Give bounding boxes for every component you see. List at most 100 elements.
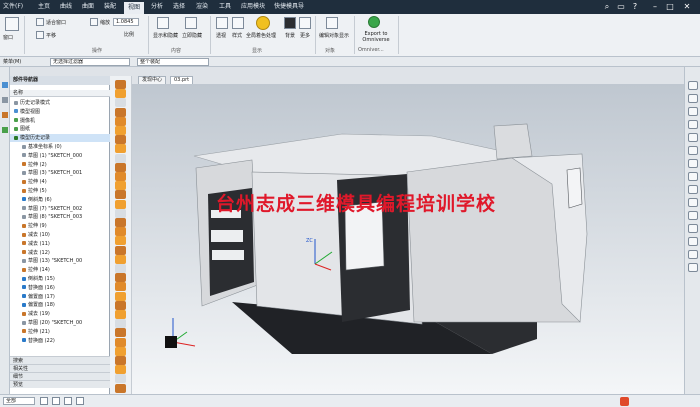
view-command-icon[interactable] — [688, 198, 698, 207]
tree-item[interactable]: 减去 (10) — [10, 231, 110, 239]
edit-object-display-button[interactable]: 编辑对象显示 — [319, 33, 349, 39]
tab-home[interactable]: 主页 — [38, 3, 50, 11]
tree-item[interactable]: 基准坐标系 (0) — [10, 143, 110, 151]
feature-command-icon[interactable] — [115, 218, 126, 227]
tree-item[interactable]: 草图 (20) "SKETCH_00 — [10, 319, 110, 327]
feature-command-icon[interactable] — [115, 80, 126, 89]
fit-window-icon[interactable] — [36, 18, 44, 26]
feature-command-icon[interactable] — [115, 162, 126, 172]
feature-command-icon[interactable] — [115, 116, 126, 126]
style-icon[interactable] — [232, 17, 244, 29]
feature-command-icon[interactable] — [115, 383, 126, 393]
view-command-icon[interactable] — [688, 211, 698, 220]
feature-command-icon[interactable] — [115, 319, 126, 329]
file-menu[interactable]: 文件(F) — [3, 3, 23, 11]
window-icon[interactable] — [5, 17, 19, 31]
view-command-icon[interactable] — [688, 107, 698, 116]
feature-command-icon[interactable] — [115, 190, 126, 200]
zoom-button[interactable]: 缩放 — [100, 20, 110, 26]
minimize-icon[interactable]: – — [650, 2, 660, 12]
more-button[interactable]: 更多 — [300, 33, 310, 39]
help-icon[interactable]: ? — [630, 2, 640, 12]
feature-command-icon[interactable] — [115, 365, 126, 375]
feature-command-icon[interactable] — [115, 181, 126, 191]
panel-preview[interactable]: 预览 — [10, 380, 110, 388]
tree-item[interactable]: 草图 (1) "SKETCH_000 — [10, 152, 110, 160]
tree-item[interactable]: 倒斜角 (6) — [10, 196, 110, 204]
tree-item[interactable]: 模型视图 — [10, 108, 110, 116]
feature-command-icon[interactable] — [115, 89, 126, 99]
tree-item[interactable]: 草图 (13) "SKETCH_00 — [10, 257, 110, 265]
tab-discovery-center[interactable]: 发现中心 — [138, 76, 167, 84]
feature-command-icon[interactable] — [115, 300, 126, 310]
tab-select[interactable]: 选择 — [173, 3, 185, 11]
feature-command-icon[interactable] — [115, 273, 126, 283]
assembly-navigator-icon[interactable] — [2, 97, 8, 103]
tree-item[interactable]: 替换面 (22) — [10, 337, 110, 345]
curve-icon[interactable] — [76, 397, 84, 405]
pan-button[interactable]: 平移 — [46, 33, 56, 39]
tree-item[interactable]: 拉伸 (14) — [10, 266, 110, 274]
scale-input[interactable]: 1.0845 — [113, 18, 139, 26]
tab-view[interactable]: 视图 — [124, 2, 145, 14]
view-command-icon[interactable] — [688, 263, 698, 272]
feature-command-icon[interactable] — [115, 346, 126, 356]
select-icon[interactable] — [52, 397, 60, 405]
show-hide-button[interactable]: 显示和隐藏 — [153, 33, 178, 39]
feature-command-icon[interactable] — [115, 199, 126, 209]
feature-command-icon[interactable] — [115, 282, 126, 292]
tab-part-file[interactable]: 03.prt — [170, 76, 194, 84]
tab-render[interactable]: 渲染 — [196, 3, 208, 11]
column-header-name[interactable]: 名称 — [10, 90, 110, 97]
zoom-icon[interactable] — [90, 18, 98, 26]
feature-command-icon[interactable] — [115, 291, 126, 301]
feature-command-icon[interactable] — [115, 126, 126, 135]
tab-mold-wizard[interactable]: 快捷模具导 — [274, 3, 304, 11]
feature-command-icon[interactable] — [115, 310, 126, 319]
feature-command-icon[interactable] — [115, 153, 126, 163]
background-icon[interactable] — [284, 17, 296, 29]
immediate-hide-icon[interactable] — [185, 17, 197, 29]
full-shading-button[interactable]: 全局着色处理 — [246, 33, 276, 39]
filter-select[interactable]: 全部 — [3, 397, 35, 405]
feature-command-icon[interactable] — [115, 264, 126, 273]
view-command-icon[interactable] — [688, 120, 698, 129]
graphics-window[interactable]: ZC 台州志成三维模具编程培训学校 — [132, 84, 684, 394]
show-hide-icon[interactable] — [157, 17, 169, 29]
feature-command-icon[interactable] — [115, 144, 126, 154]
tree-item[interactable]: 摄像机 — [10, 117, 110, 125]
tree-item[interactable]: 拉伸 (9) — [10, 222, 110, 230]
view-command-icon[interactable] — [688, 237, 698, 246]
tree-item[interactable]: 草图 (8) "SKETCH_003 — [10, 213, 110, 221]
view-command-icon[interactable] — [688, 81, 698, 90]
feature-command-icon[interactable] — [115, 227, 126, 237]
tab-tools[interactable]: 工具 — [219, 3, 231, 11]
menu-button[interactable]: 菜单(M) — [3, 58, 21, 66]
tree-item[interactable]: 减去 (11) — [10, 240, 110, 248]
panel-search[interactable]: 搜索 — [10, 356, 110, 364]
feature-command-icon[interactable] — [115, 135, 126, 145]
omniverse-icon[interactable] — [368, 16, 380, 28]
constraint-navigator-icon[interactable] — [2, 112, 8, 118]
feature-command-icon[interactable] — [115, 98, 126, 108]
view-command-icon[interactable] — [688, 133, 698, 142]
tree-item[interactable]: 减去 (12) — [10, 249, 110, 257]
fit-window-button[interactable]: 适合窗口 — [46, 20, 66, 26]
tree-item[interactable]: 减去 (19) — [10, 310, 110, 318]
tree-item[interactable]: 草图 (3) "SKETCH_001 — [10, 169, 110, 177]
feature-command-icon[interactable] — [115, 374, 126, 384]
shading-icon[interactable] — [256, 16, 270, 30]
style-button[interactable]: 样式 — [232, 33, 242, 39]
tree-item[interactable]: 偏置面 (17) — [10, 293, 110, 301]
immediate-hide-button[interactable]: 立即隐藏 — [182, 33, 202, 39]
type-filter-select[interactable]: 无选择过滤器 — [50, 58, 130, 66]
tab-curve[interactable]: 曲线 — [60, 3, 72, 11]
window-icon[interactable]: ▭ — [616, 2, 626, 12]
export-omniverse-button[interactable]: Export to Omniverse — [360, 31, 392, 43]
pan-icon[interactable] — [36, 31, 44, 39]
panel-details[interactable]: 细节 — [10, 372, 110, 380]
feature-command-icon[interactable] — [115, 254, 126, 264]
view-command-icon[interactable] — [688, 172, 698, 181]
input-method-icon[interactable] — [620, 397, 629, 406]
tree-item[interactable]: 图纸 — [10, 125, 110, 133]
